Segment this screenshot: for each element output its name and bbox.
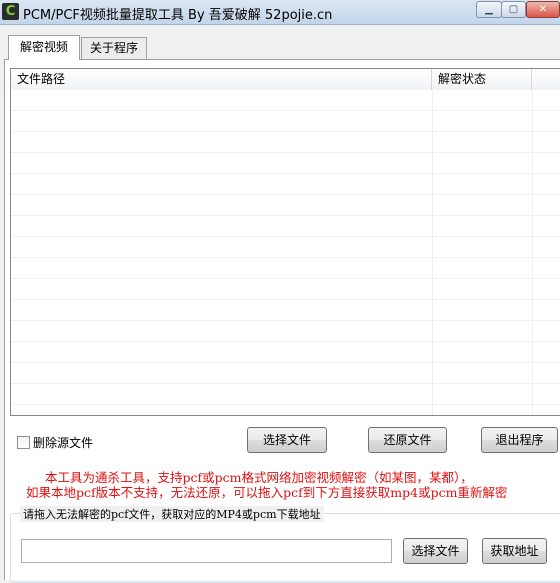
select-pcf-file-button[interactable]: 选择文件 <box>403 538 468 564</box>
minimize-button[interactable]: ▁ <box>476 1 502 18</box>
column-divider <box>532 90 533 415</box>
exit-button[interactable]: 退出程序 <box>481 427 558 453</box>
tab-about[interactable]: 关于程序 <box>81 37 147 59</box>
close-button[interactable]: ✕ <box>526 1 560 18</box>
tab-decrypt-video[interactable]: 解密视频 <box>8 35 80 60</box>
delete-source-label[interactable]: 删除源文件 <box>33 434 93 451</box>
fetch-url-button[interactable]: 获取地址 <box>482 538 547 564</box>
app-icon: C <box>2 3 19 20</box>
list-header: 文件路径 解密状态 <box>11 69 560 91</box>
column-header-status[interactable]: 解密状态 <box>432 69 532 90</box>
close-icon: ✕ <box>538 4 548 15</box>
delete-source-checkbox[interactable] <box>17 436 30 449</box>
maximize-icon: ▢ <box>508 4 519 15</box>
title-bar: C PCM/PCF视频批量提取工具 By 吾爱破解 52pojie.cn ▁ ▢… <box>0 0 560 25</box>
restore-files-button[interactable]: 还原文件 <box>368 427 447 453</box>
column-header-path[interactable]: 文件路径 <box>11 69 432 90</box>
file-list[interactable]: 文件路径 解密状态 <box>10 68 560 416</box>
notice-line-2: 如果本地pcf版本不支持，无法还原，可以拖入pcf到下方直接获取mp4或pcm重… <box>26 485 508 500</box>
pcf-drop-group-label: 请拖入无法解密的pcf文件，获取对应的MP4或pcm下载地址 <box>20 506 324 522</box>
column-divider <box>432 90 433 415</box>
select-files-button[interactable]: 选择文件 <box>247 427 327 453</box>
list-rows[interactable] <box>11 90 560 415</box>
column-header-extra[interactable] <box>532 69 560 90</box>
download-url-input[interactable] <box>21 539 392 563</box>
window-title: PCM/PCF视频批量提取工具 By 吾爱破解 52pojie.cn <box>23 8 333 23</box>
minimize-icon: ▁ <box>485 4 493 15</box>
maximize-button[interactable]: ▢ <box>501 1 526 18</box>
